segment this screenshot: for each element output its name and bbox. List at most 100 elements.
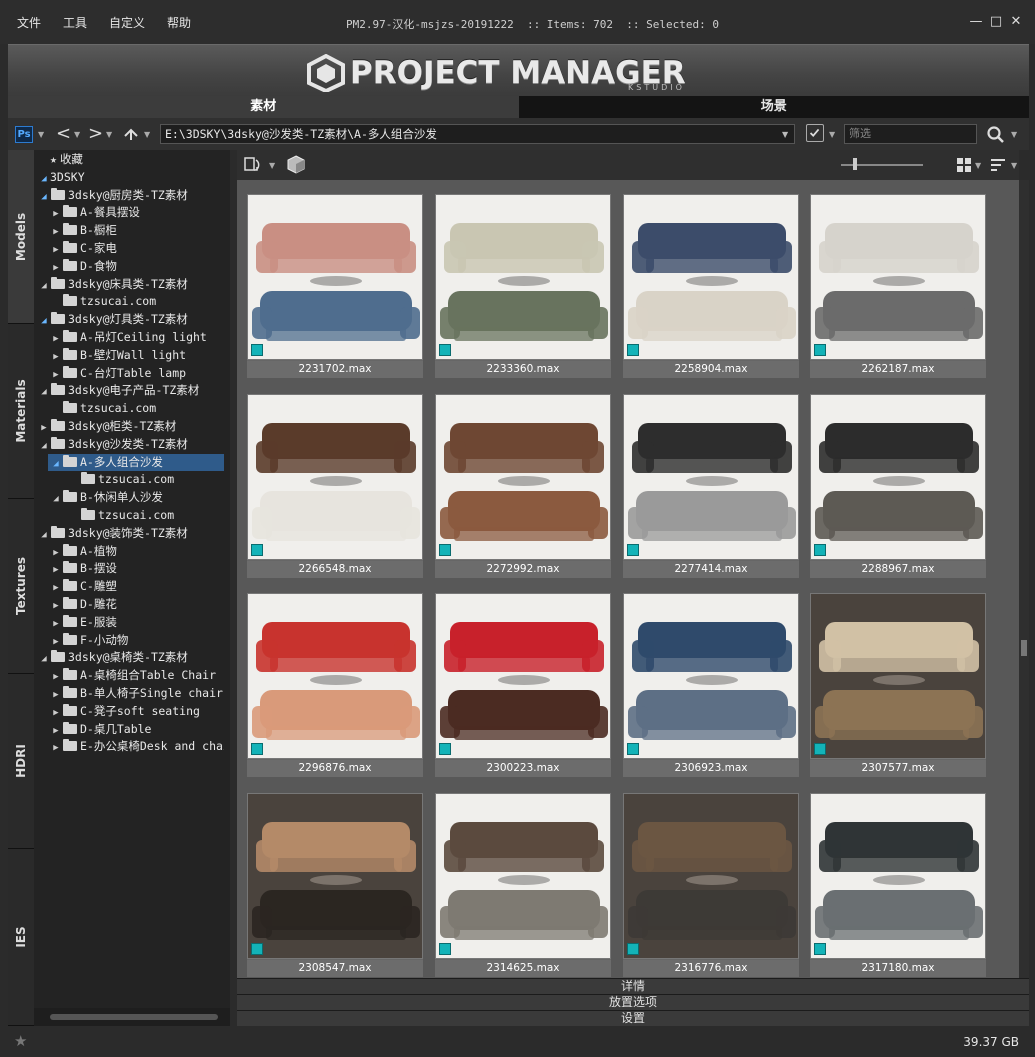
expand-arrow-icon[interactable]: ▶ — [50, 367, 62, 384]
tree-item[interactable]: ▶ F-小动物 — [50, 632, 128, 649]
tree-item[interactable]: ◢ B-休闲单人沙发 — [50, 489, 163, 506]
tree-item[interactable]: ◢ 3DSKY — [38, 169, 84, 186]
tab-assets[interactable]: 素材 — [8, 96, 519, 118]
view-dropdown-icon[interactable]: ▼ — [975, 161, 981, 170]
tree-item[interactable]: ▶ E-服装 — [50, 614, 117, 631]
favorites-star-icon[interactable]: ★ — [14, 1032, 27, 1050]
filter-toggle-icon[interactable] — [806, 124, 824, 142]
tab-materials[interactable]: Materials — [8, 324, 34, 499]
package-icon[interactable] — [285, 154, 307, 176]
expand-arrow-icon[interactable]: ▶ — [50, 349, 62, 366]
tree-item[interactable]: ◢ 3dsky@沙发类-TZ素材 — [38, 436, 188, 453]
details-panel-header[interactable]: 详情 — [237, 978, 1029, 994]
search-icon[interactable] — [986, 125, 1006, 145]
path-dropdown-icon[interactable]: ▼ — [782, 130, 788, 139]
tree-item[interactable]: ▶ C-台灯Table lamp — [50, 365, 186, 382]
tree-item[interactable]: ▶ C-凳子soft seating — [50, 703, 200, 720]
menu-customize[interactable]: 自定义 — [109, 14, 145, 31]
sync-icon[interactable] — [243, 155, 265, 175]
asset-tile[interactable]: 2266548.max — [247, 394, 423, 578]
tree-item[interactable]: ◢ 3dsky@床具类-TZ素材 — [38, 276, 188, 293]
collapse-arrow-icon[interactable]: ◢ — [38, 384, 50, 401]
tree-item[interactable]: ▶ C-雕塑 — [50, 578, 117, 595]
expand-arrow-icon[interactable]: ▶ — [38, 420, 50, 437]
asset-tile[interactable]: 2288967.max — [810, 394, 986, 578]
back-arrow-icon[interactable]: < — [56, 124, 71, 144]
asset-tile[interactable]: 2231702.max — [247, 194, 423, 378]
expand-arrow-icon[interactable]: ▶ — [50, 260, 62, 277]
expand-arrow-icon[interactable]: ▶ — [50, 562, 62, 579]
expand-arrow-icon[interactable]: ▶ — [50, 598, 62, 615]
tree-item[interactable]: ▶ D-雕花 — [50, 596, 117, 613]
tree-item[interactable]: ▶ D-桌几Table — [50, 721, 151, 738]
back-dropdown-icon[interactable]: ▼ — [74, 130, 80, 139]
grid-scroll-thumb[interactable] — [1021, 640, 1027, 656]
expand-arrow-icon[interactable]: ▶ — [50, 669, 62, 686]
tree-vertical-scrollbar[interactable] — [224, 150, 230, 1008]
expand-arrow-icon[interactable]: ▶ — [50, 723, 62, 740]
collapse-arrow-icon[interactable]: ◢ — [38, 189, 50, 206]
tree-item[interactable]: ◢ 3dsky@灯具类-TZ素材 — [38, 311, 188, 328]
tab-models[interactable]: Models — [8, 150, 34, 324]
asset-tile[interactable]: 2272992.max — [435, 394, 611, 578]
expand-arrow-icon[interactable]: ▶ — [50, 242, 62, 259]
asset-tile[interactable]: 2314625.max — [435, 793, 611, 977]
asset-tile[interactable]: 2300223.max — [435, 593, 611, 777]
tree-item[interactable]: ▶ E-办公桌椅Desk and chair — [50, 738, 230, 755]
asset-tile[interactable]: 2316776.max — [623, 793, 799, 977]
asset-tile[interactable]: 2262187.max — [810, 194, 986, 378]
collapse-arrow-icon[interactable]: ◢ — [50, 456, 62, 473]
expand-arrow-icon[interactable]: ▶ — [50, 580, 62, 597]
asset-tile[interactable]: 2233360.max — [435, 194, 611, 378]
expand-arrow-icon[interactable]: ▶ — [50, 331, 62, 348]
collapse-arrow-icon[interactable]: ◢ — [38, 278, 50, 295]
tree-item[interactable]: tzsucai.com — [50, 293, 156, 310]
placement-options-panel-header[interactable]: 放置选项 — [237, 994, 1029, 1010]
asset-tile[interactable]: 2296876.max — [247, 593, 423, 777]
filter-input[interactable]: 筛选 — [844, 124, 977, 144]
filter-dropdown-icon[interactable]: ▼ — [829, 130, 835, 139]
sort-dropdown-icon[interactable]: ▼ — [1011, 161, 1017, 170]
thumbnail-size-slider-handle[interactable] — [853, 158, 857, 170]
tree-item[interactable]: ◢ 3dsky@桌椅类-TZ素材 — [38, 649, 188, 666]
tree-item[interactable]: ▶ B-摆设 — [50, 560, 117, 577]
search-dropdown-icon[interactable]: ▼ — [1011, 130, 1017, 139]
tree-item[interactable]: ▶ A-植物 — [50, 543, 117, 560]
collapse-arrow-icon[interactable]: ◢ — [38, 527, 50, 544]
tree-item[interactable]: ▶ A-桌椅组合Table Chair — [50, 667, 216, 684]
tree-item[interactable]: ★ 收藏 — [38, 151, 83, 168]
forward-arrow-icon[interactable]: > — [88, 124, 103, 144]
collapse-arrow-icon[interactable]: ◢ — [50, 491, 62, 508]
asset-tile[interactable]: 2308547.max — [247, 793, 423, 977]
asset-tile[interactable]: 2277414.max — [623, 394, 799, 578]
tree-scroll-thumb[interactable] — [50, 1014, 218, 1020]
collapse-arrow-icon[interactable]: ◢ — [38, 651, 50, 668]
asset-tile[interactable]: 2307577.max — [810, 593, 986, 777]
close-button[interactable]: ✕ — [1008, 14, 1024, 30]
path-input[interactable]: E:\3DSKY\3dsky@沙发类-TZ素材\A-多人组合沙发 — [160, 124, 795, 144]
tree-item[interactable]: ▶ A-吊灯Ceiling light — [50, 329, 207, 346]
tree-item[interactable]: ◢ 3dsky@装饰类-TZ素材 — [38, 525, 188, 542]
tree-item[interactable]: ◢ 3dsky@厨房类-TZ素材 — [38, 187, 188, 204]
collapse-arrow-icon[interactable]: ◢ — [38, 313, 50, 330]
expand-arrow-icon[interactable]: ▶ — [50, 616, 62, 633]
tree-item[interactable]: ◢ 3dsky@电子产品-TZ素材 — [38, 382, 199, 399]
settings-panel-header[interactable]: 设置 — [237, 1010, 1029, 1026]
tree-item[interactable]: ▶ B-壁灯Wall light — [50, 347, 186, 364]
tree-item[interactable]: ▶ 3dsky@柜类-TZ素材 — [38, 418, 176, 435]
menu-tools[interactable]: 工具 — [63, 14, 87, 31]
tab-ies[interactable]: IES — [8, 849, 34, 1026]
tree-item[interactable]: ◢ A-多人组合沙发 — [48, 453, 224, 473]
asset-tile[interactable]: 2258904.max — [623, 194, 799, 378]
asset-tile[interactable]: 2306923.max — [623, 593, 799, 777]
tree-item[interactable]: tzsucai.com — [68, 471, 174, 488]
maximize-button[interactable]: □ — [988, 14, 1004, 30]
tree-item[interactable]: ▶ C-家电 — [50, 240, 117, 257]
grid-view-icon[interactable] — [956, 157, 972, 173]
ps-dropdown-icon[interactable]: ▼ — [38, 130, 44, 139]
menu-file[interactable]: 文件 — [17, 14, 41, 31]
collapse-arrow-icon[interactable]: ◢ — [38, 438, 50, 455]
history-dropdown-icon[interactable]: ▼ — [144, 130, 150, 139]
tab-hdri[interactable]: HDRI — [8, 674, 34, 849]
expand-arrow-icon[interactable]: ▶ — [50, 206, 62, 223]
